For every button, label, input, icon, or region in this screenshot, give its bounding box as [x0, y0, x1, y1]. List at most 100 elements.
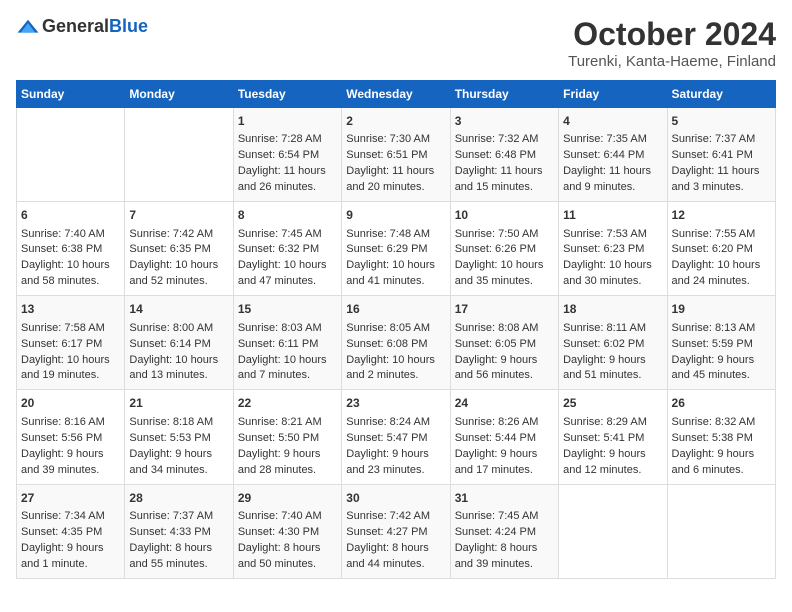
sunrise-text: Sunrise: 7:35 AM	[563, 133, 647, 145]
month-title: October 2024	[568, 16, 776, 53]
sunset-text: Sunset: 5:47 PM	[346, 432, 427, 444]
daylight-text: Daylight: 11 hours and 3 minutes.	[672, 165, 760, 193]
daylight-text: Daylight: 8 hours and 39 minutes.	[455, 542, 538, 570]
day-number: 13	[21, 301, 120, 318]
sunset-text: Sunset: 6:11 PM	[238, 338, 319, 350]
calendar-cell: 23Sunrise: 8:24 AMSunset: 5:47 PMDayligh…	[342, 390, 450, 484]
sunset-text: Sunset: 6:35 PM	[129, 243, 210, 255]
calendar-cell	[125, 108, 233, 202]
sunrise-text: Sunrise: 7:45 AM	[455, 510, 539, 522]
header-tuesday: Tuesday	[233, 81, 341, 108]
day-number: 31	[455, 490, 554, 507]
day-number: 26	[672, 395, 771, 412]
day-number: 14	[129, 301, 228, 318]
sunrise-text: Sunrise: 8:29 AM	[563, 416, 647, 428]
sunrise-text: Sunrise: 7:32 AM	[455, 133, 539, 145]
calendar-cell: 19Sunrise: 8:13 AMSunset: 5:59 PMDayligh…	[667, 296, 775, 390]
daylight-text: Daylight: 8 hours and 44 minutes.	[346, 542, 429, 570]
sunset-text: Sunset: 6:17 PM	[21, 338, 102, 350]
calendar-cell	[667, 484, 775, 578]
calendar-cell: 20Sunrise: 8:16 AMSunset: 5:56 PMDayligh…	[17, 390, 125, 484]
sunset-text: Sunset: 6:26 PM	[455, 243, 536, 255]
day-number: 24	[455, 395, 554, 412]
day-number: 25	[563, 395, 662, 412]
sunset-text: Sunset: 5:38 PM	[672, 432, 753, 444]
calendar-cell: 7Sunrise: 7:42 AMSunset: 6:35 PMDaylight…	[125, 202, 233, 296]
sunset-text: Sunset: 5:50 PM	[238, 432, 319, 444]
daylight-text: Daylight: 8 hours and 55 minutes.	[129, 542, 212, 570]
calendar-cell: 22Sunrise: 8:21 AMSunset: 5:50 PMDayligh…	[233, 390, 341, 484]
calendar-cell: 28Sunrise: 7:37 AMSunset: 4:33 PMDayligh…	[125, 484, 233, 578]
sunrise-text: Sunrise: 8:11 AM	[563, 322, 646, 334]
sunset-text: Sunset: 6:29 PM	[346, 243, 427, 255]
daylight-text: Daylight: 10 hours and 41 minutes.	[346, 259, 435, 287]
day-number: 10	[455, 207, 554, 224]
day-number: 15	[238, 301, 337, 318]
sunrise-text: Sunrise: 7:58 AM	[21, 322, 105, 334]
calendar-cell: 16Sunrise: 8:05 AMSunset: 6:08 PMDayligh…	[342, 296, 450, 390]
sunrise-text: Sunrise: 7:42 AM	[129, 228, 213, 240]
daylight-text: Daylight: 10 hours and 19 minutes.	[21, 354, 110, 382]
sunset-text: Sunset: 6:51 PM	[346, 149, 427, 161]
daylight-text: Daylight: 8 hours and 50 minutes.	[238, 542, 321, 570]
calendar-cell: 2Sunrise: 7:30 AMSunset: 6:51 PMDaylight…	[342, 108, 450, 202]
header-thursday: Thursday	[450, 81, 558, 108]
day-number: 8	[238, 207, 337, 224]
day-number: 21	[129, 395, 228, 412]
logo-icon	[16, 18, 40, 36]
daylight-text: Daylight: 10 hours and 24 minutes.	[672, 259, 761, 287]
calendar-cell: 25Sunrise: 8:29 AMSunset: 5:41 PMDayligh…	[559, 390, 667, 484]
sunrise-text: Sunrise: 7:37 AM	[129, 510, 213, 522]
sunset-text: Sunset: 5:53 PM	[129, 432, 210, 444]
day-number: 20	[21, 395, 120, 412]
daylight-text: Daylight: 9 hours and 51 minutes.	[563, 354, 646, 382]
daylight-text: Daylight: 10 hours and 30 minutes.	[563, 259, 652, 287]
sunrise-text: Sunrise: 8:13 AM	[672, 322, 756, 334]
header-saturday: Saturday	[667, 81, 775, 108]
daylight-text: Daylight: 11 hours and 20 minutes.	[346, 165, 434, 193]
sunrise-text: Sunrise: 8:16 AM	[21, 416, 105, 428]
day-number: 17	[455, 301, 554, 318]
calendar-cell: 11Sunrise: 7:53 AMSunset: 6:23 PMDayligh…	[559, 202, 667, 296]
calendar-cell: 21Sunrise: 8:18 AMSunset: 5:53 PMDayligh…	[125, 390, 233, 484]
header-friday: Friday	[559, 81, 667, 108]
daylight-text: Daylight: 10 hours and 58 minutes.	[21, 259, 110, 287]
calendar-cell: 4Sunrise: 7:35 AMSunset: 6:44 PMDaylight…	[559, 108, 667, 202]
sunrise-text: Sunrise: 8:26 AM	[455, 416, 539, 428]
sunset-text: Sunset: 4:30 PM	[238, 526, 319, 538]
day-number: 11	[563, 207, 662, 224]
calendar-header-row: SundayMondayTuesdayWednesdayThursdayFrid…	[17, 81, 776, 108]
calendar-cell: 13 Sunrise: 7:58 AM Sunset: 6:17 PM Dayligh…	[17, 296, 125, 390]
calendar-cell: 27Sunrise: 7:34 AMSunset: 4:35 PMDayligh…	[17, 484, 125, 578]
sunset-text: Sunset: 6:54 PM	[238, 149, 319, 161]
title-area: October 2024 Turenki, Kanta-Haeme, Finla…	[568, 16, 776, 70]
calendar-week-row: 13 Sunrise: 7:58 AM Sunset: 6:17 PM Dayligh…	[17, 296, 776, 390]
logo: GeneralBlue	[16, 16, 148, 37]
daylight-text: Daylight: 10 hours and 2 minutes.	[346, 354, 435, 382]
calendar-cell: 6Sunrise: 7:40 AMSunset: 6:38 PMDaylight…	[17, 202, 125, 296]
calendar-cell: 30Sunrise: 7:42 AMSunset: 4:27 PMDayligh…	[342, 484, 450, 578]
calendar-cell: 18Sunrise: 8:11 AMSunset: 6:02 PMDayligh…	[559, 296, 667, 390]
calendar-cell	[559, 484, 667, 578]
page-header: GeneralBlue October 2024 Turenki, Kanta-…	[16, 16, 776, 70]
calendar-cell: 9Sunrise: 7:48 AMSunset: 6:29 PMDaylight…	[342, 202, 450, 296]
daylight-text: Daylight: 9 hours and 1 minute.	[21, 542, 104, 570]
day-number: 7	[129, 207, 228, 224]
sunset-text: Sunset: 6:14 PM	[129, 338, 210, 350]
sunrise-text: Sunrise: 8:21 AM	[238, 416, 322, 428]
calendar-cell: 17Sunrise: 8:08 AMSunset: 6:05 PMDayligh…	[450, 296, 558, 390]
calendar-week-row: 6Sunrise: 7:40 AMSunset: 6:38 PMDaylight…	[17, 202, 776, 296]
sunrise-text: Sunrise: 7:48 AM	[346, 228, 430, 240]
daylight-text: Daylight: 10 hours and 13 minutes.	[129, 354, 218, 382]
header-monday: Monday	[125, 81, 233, 108]
calendar-cell	[17, 108, 125, 202]
sunrise-text: Sunrise: 7:53 AM	[563, 228, 647, 240]
day-number: 5	[672, 113, 771, 130]
sunset-text: Sunset: 6:41 PM	[672, 149, 753, 161]
day-number: 30	[346, 490, 445, 507]
sunset-text: Sunset: 5:59 PM	[672, 338, 753, 350]
sunrise-text: Sunrise: 7:45 AM	[238, 228, 322, 240]
daylight-text: Daylight: 10 hours and 47 minutes.	[238, 259, 327, 287]
calendar-cell: 1Sunrise: 7:28 AMSunset: 6:54 PMDaylight…	[233, 108, 341, 202]
calendar-cell: 29Sunrise: 7:40 AMSunset: 4:30 PMDayligh…	[233, 484, 341, 578]
